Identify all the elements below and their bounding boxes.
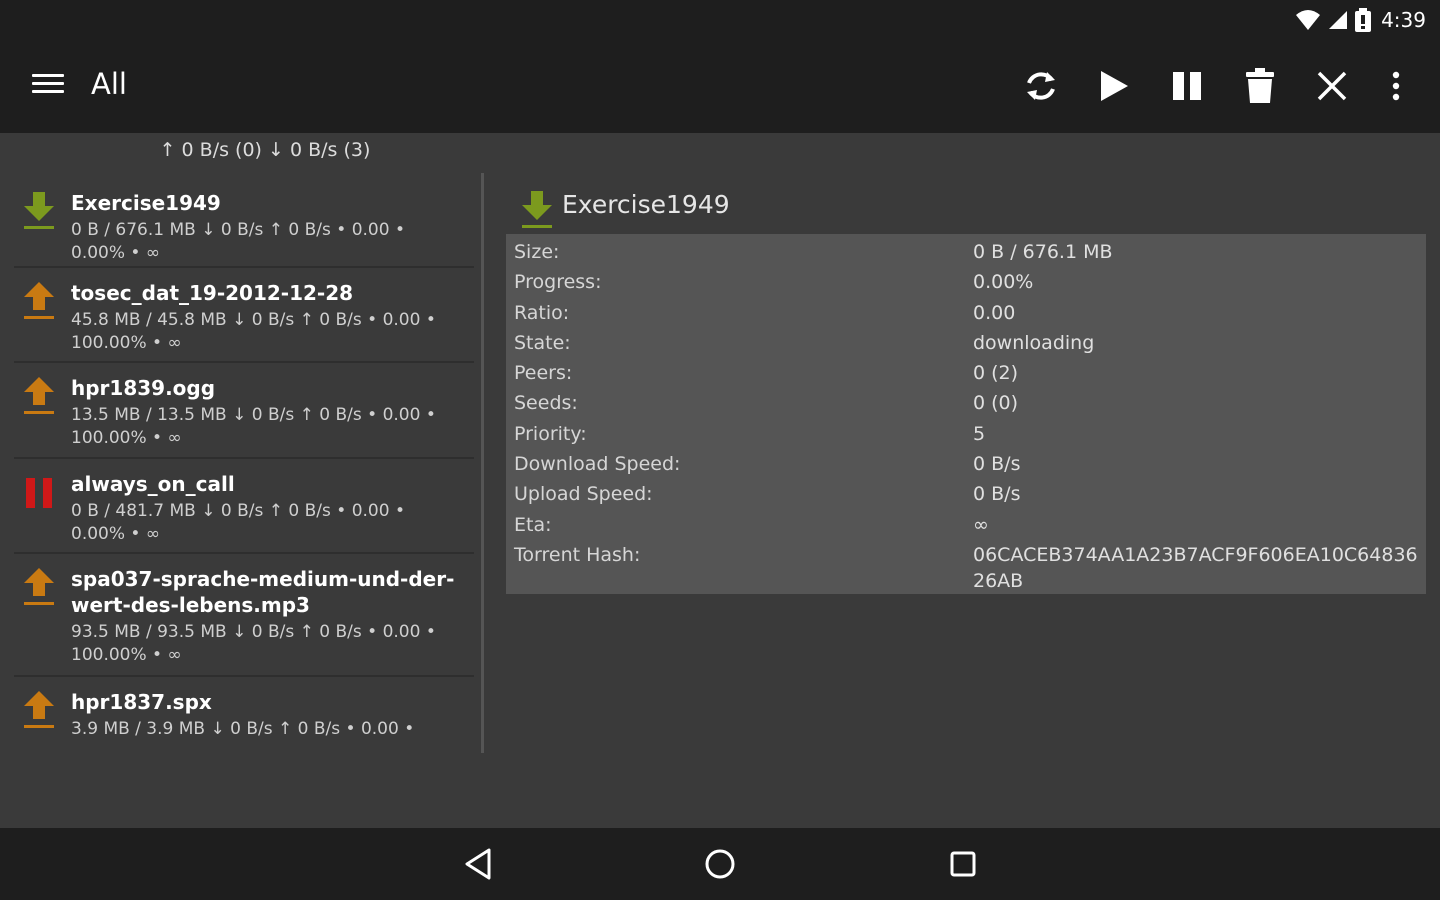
- detail-row-torrent-hash: Torrent Hash: 06CACEB374AA1A23B7ACF9F606E…: [506, 540, 1426, 594]
- recents-icon: [950, 851, 976, 877]
- detail-row-progress: Progress: 0.00%: [506, 267, 1426, 297]
- upload-arrow-icon: [24, 691, 54, 728]
- detail-value: 0 B/s: [973, 453, 1021, 476]
- upload-arrow-icon: [24, 568, 54, 605]
- torrent-item[interactable]: Exercise1949 0 B / 676.1 MB ↓ 0 B/s ↑ 0 …: [14, 178, 474, 268]
- recents-button[interactable]: [943, 844, 983, 884]
- torrent-name: Exercise1949: [71, 191, 221, 215]
- torrent-name: hpr1837.spx: [71, 690, 212, 714]
- wifi-icon: [1296, 10, 1321, 30]
- download-arrow-icon: [522, 191, 552, 228]
- detail-label: State:: [514, 331, 571, 354]
- detail-value: 06CACEB374AA1A23B7ACF9F606EA10C6483626AB: [973, 543, 1418, 592]
- detail-label: Ratio:: [514, 301, 570, 324]
- torrent-info: 45.8 MB / 45.8 MB ↓ 0 B/s ↑ 0 B/s • 0.00…: [71, 310, 436, 353]
- detail-row-ratio: Ratio: 0.00: [506, 298, 1426, 328]
- detail-label: Priority:: [514, 422, 587, 445]
- detail-row-seeds: Seeds: 0 (0): [506, 388, 1426, 418]
- torrent-name: tosec_dat_19-2012-12-28: [71, 281, 354, 305]
- overflow-icon: [1392, 71, 1400, 101]
- detail-row-download-speed: Download Speed: 0 B/s: [506, 449, 1426, 479]
- torrent-info: 0 B / 676.1 MB ↓ 0 B/s ↑ 0 B/s • 0.00 • …: [71, 220, 405, 263]
- home-button[interactable]: [700, 844, 740, 884]
- pane-divider: [481, 173, 484, 753]
- torrent-name: spa037-sprache-medium-und-der-wert-des-l…: [71, 567, 455, 617]
- torrent-info: 93.5 MB / 93.5 MB ↓ 0 B/s ↑ 0 B/s • 0.00…: [71, 622, 436, 665]
- paused-icon: [26, 478, 52, 508]
- refresh-icon: [1027, 72, 1055, 100]
- torrent-item[interactable]: always_on_call 0 B / 481.7 MB ↓ 0 B/s ↑ …: [14, 459, 474, 554]
- overflow-menu-button[interactable]: [1372, 62, 1420, 110]
- detail-value: 0 (0): [973, 392, 1019, 415]
- detail-label: Size:: [514, 241, 560, 263]
- torrent-name: always_on_call: [71, 472, 235, 496]
- detail-row-upload-speed: Upload Speed: 0 B/s: [506, 479, 1426, 509]
- back-icon: [465, 848, 491, 880]
- toolbar-title: All: [91, 67, 127, 101]
- detail-title: Exercise1949: [562, 190, 730, 219]
- detail-label: Upload Speed:: [514, 483, 653, 506]
- status-bar: 4:39: [0, 0, 1440, 40]
- detail-label: Torrent Hash:: [514, 543, 641, 566]
- home-icon: [705, 849, 735, 879]
- upload-arrow-icon: [24, 377, 54, 414]
- torrent-list: Exercise1949 0 B / 676.1 MB ↓ 0 B/s ↑ 0 …: [14, 178, 474, 753]
- detail-label: Download Speed:: [514, 453, 681, 476]
- close-icon: [1317, 71, 1347, 101]
- back-button[interactable]: [458, 844, 498, 884]
- download-arrow-icon: [24, 192, 54, 229]
- upload-arrow-icon: [24, 282, 54, 319]
- torrent-item[interactable]: hpr1839.ogg 13.5 MB / 13.5 MB ↓ 0 B/s ↑ …: [14, 363, 474, 459]
- system-nav-bar: [0, 828, 1440, 900]
- detail-label: Progress:: [514, 271, 602, 294]
- detail-value: 5: [973, 422, 986, 445]
- torrent-item[interactable]: spa037-sprache-medium-und-der-wert-des-l…: [14, 554, 474, 677]
- detail-value: downloading: [973, 331, 1095, 354]
- detail-label: Seeds:: [514, 392, 578, 415]
- detail-label: Eta:: [514, 513, 552, 536]
- torrent-info: 0 B / 481.7 MB ↓ 0 B/s ↑ 0 B/s • 0.00 • …: [71, 501, 405, 544]
- refresh-button[interactable]: [1017, 62, 1065, 110]
- detail-value: 0.00%: [973, 271, 1034, 294]
- detail-row-peers: Peers: 0 (2): [506, 358, 1426, 388]
- remove-button[interactable]: [1236, 62, 1284, 110]
- detail-row-eta: Eta: ∞: [506, 510, 1426, 540]
- detail-row-priority: Priority: 5: [506, 419, 1426, 449]
- torrent-info: 3.9 MB / 3.9 MB ↓ 0 B/s ↑ 0 B/s • 0.00 •: [71, 719, 415, 739]
- play-icon: [1101, 71, 1128, 101]
- speed-summary: ↑ 0 B/s (0) ↓ 0 B/s (3): [159, 139, 371, 161]
- detail-value: 0.00: [973, 301, 1016, 324]
- torrent-item[interactable]: hpr1837.spx 3.9 MB / 3.9 MB ↓ 0 B/s ↑ 0 …: [14, 677, 474, 753]
- battery-icon: [1355, 8, 1372, 32]
- pause-icon: [1173, 72, 1201, 100]
- detail-row-state: State: downloading: [506, 328, 1426, 358]
- app-toolbar: All: [0, 40, 1440, 133]
- signal-icon: [1329, 11, 1348, 29]
- trash-icon: [1246, 68, 1274, 103]
- torrent-info: 13.5 MB / 13.5 MB ↓ 0 B/s ↑ 0 B/s • 0.00…: [71, 405, 436, 448]
- detail-value: 0 B / 676.1 MB: [973, 241, 1113, 263]
- detail-value: ∞: [973, 513, 989, 536]
- delete-button[interactable]: [1308, 62, 1356, 110]
- detail-label: Peers:: [514, 362, 573, 385]
- detail-value: 0 (2): [973, 362, 1019, 385]
- pause-button[interactable]: [1163, 62, 1211, 110]
- detail-value: 0 B/s: [973, 483, 1021, 506]
- status-time: 4:39: [1381, 8, 1426, 32]
- detail-table: Size: 0 B / 676.1 MB Progress: 0.00% Ratio…: [506, 234, 1426, 594]
- start-button[interactable]: [1089, 62, 1137, 110]
- torrent-item[interactable]: tosec_dat_19-2012-12-28 45.8 MB / 45.8 M…: [14, 268, 474, 363]
- detail-row-size: Size: 0 B / 676.1 MB: [506, 237, 1426, 267]
- menu-icon[interactable]: [32, 74, 64, 98]
- torrent-name: hpr1839.ogg: [71, 376, 216, 400]
